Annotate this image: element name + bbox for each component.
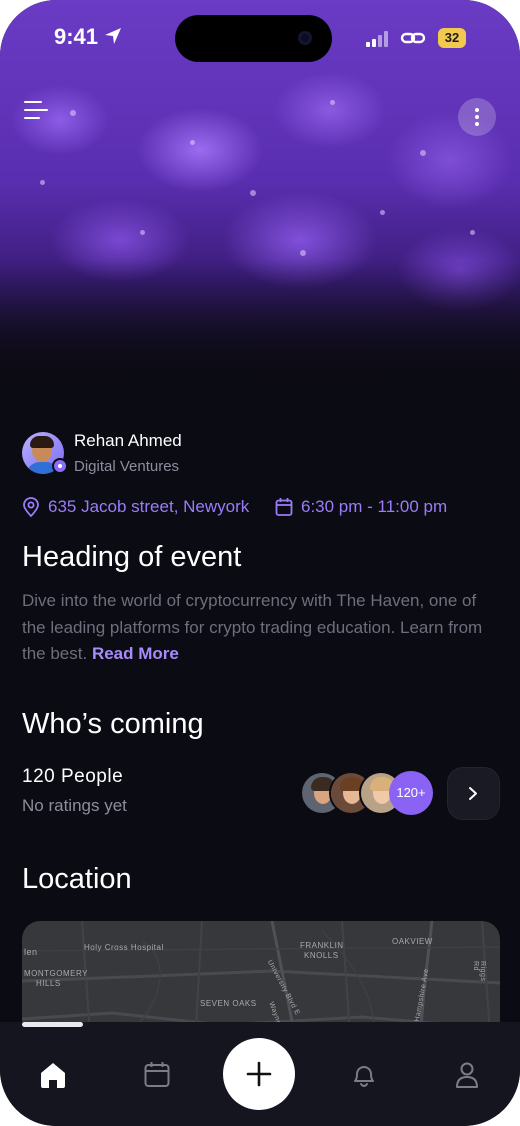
create-event-button[interactable] (223, 1038, 295, 1110)
personal-hotspot-icon (400, 32, 426, 44)
map-label: Holy Cross Hospital (84, 943, 164, 952)
map-label: Riggs Rd (472, 961, 486, 982)
read-more-link[interactable]: Read More (92, 644, 179, 663)
active-tab-indicator (22, 1022, 83, 1027)
map-label: MONTGOMERY (24, 969, 88, 978)
status-bar: 9:41 32 (0, 0, 520, 70)
battery-indicator: 32 (438, 28, 466, 48)
phone-screen: 9:41 32 Rehan Ahmed Digital Ventures 635… (0, 0, 520, 1126)
event-title: Heading of event (22, 541, 242, 573)
ratings-status: No ratings yet (22, 796, 127, 815)
menu-icon[interactable] (24, 98, 50, 124)
cellular-signal-icon (366, 31, 390, 47)
organizer-company: Digital Ventures (74, 458, 180, 475)
bell-icon[interactable] (349, 1060, 379, 1090)
map-label: OAKVIEW (392, 937, 433, 946)
location-heading: Location (22, 863, 132, 895)
attendees-next-button[interactable] (447, 767, 500, 820)
whos-coming-heading: Who’s coming (22, 708, 204, 740)
map-pin-icon (23, 497, 39, 517)
address-text: 635 Jacob street, Newyork (48, 497, 250, 516)
time-range-text: 6:30 pm - 11:00 pm (301, 497, 448, 516)
profile-icon[interactable] (452, 1060, 482, 1090)
calendar-icon (275, 498, 293, 516)
plus-icon (246, 1061, 272, 1087)
event-description: Dive into the world of cryptocurrency wi… (22, 588, 502, 668)
home-icon[interactable] (38, 1060, 68, 1090)
map-label: KNOLLS (304, 951, 339, 960)
attendee-count: 120 People (22, 766, 124, 787)
more-attendees-badge[interactable]: 120+ (389, 771, 433, 815)
chevron-right-icon (469, 787, 477, 800)
location-arrow-icon (105, 28, 121, 44)
map-label: HILLS (36, 979, 61, 988)
map-label: len (24, 947, 38, 957)
event-address[interactable]: 635 Jacob street, Newyork (22, 497, 249, 517)
event-time: 6:30 pm - 11:00 pm (275, 497, 447, 517)
map-label: FRANKLIN (300, 941, 344, 950)
status-time: 9:41 (54, 24, 99, 49)
verified-badge-icon (52, 458, 68, 474)
organizer-name[interactable]: Rehan Ahmed (74, 431, 182, 451)
map-label: SEVEN OAKS (200, 999, 257, 1008)
calendar-icon[interactable] (142, 1060, 172, 1090)
dynamic-island (175, 15, 332, 62)
more-options-button[interactable] (458, 98, 496, 136)
